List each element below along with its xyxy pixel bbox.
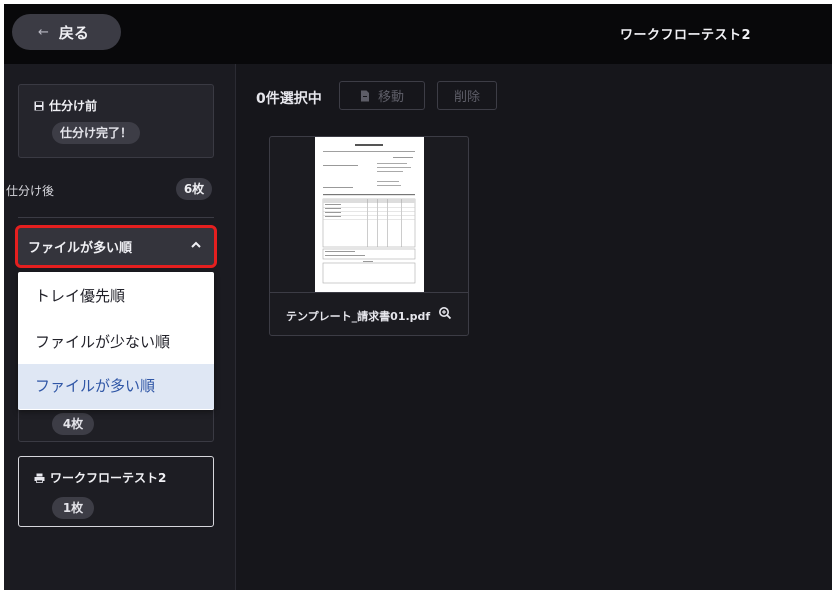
app-window: ← 戻る ワークフローテスト2 仕分け前 仕分け完了！ 仕分け後 6枚 ファイル… <box>4 4 832 590</box>
delete-button-label: 削除 <box>453 90 480 105</box>
delete-button[interactable]: 削除 <box>437 81 497 110</box>
selection-count: 0件選択中 <box>256 91 322 107</box>
sort-order-value: ファイルが多い順 <box>28 241 133 256</box>
workflow-group-card[interactable]: ワークフローテスト2 1枚 <box>18 456 214 527</box>
workflow-group-title: ワークフローテスト2 <box>34 469 166 486</box>
chevron-up-icon <box>191 241 201 248</box>
file-name: テンプレート_請求書01.pdf <box>286 310 431 323</box>
header-bar: ← 戻る ワークフローテスト2 <box>4 4 832 64</box>
save-icon <box>34 101 44 110</box>
after-sort-count-badge: 6枚 <box>176 178 212 200</box>
workflow-group-count-badge: 1枚 <box>52 497 94 519</box>
move-button[interactable]: 移動 <box>339 81 425 110</box>
move-button-label: 移動 <box>377 90 404 105</box>
document-thumbnail <box>315 137 424 292</box>
sort-order-menu: トレイ優先順 ファイルが少ない順 ファイルが多い順 <box>18 272 214 410</box>
after-sort-label: 仕分け後 <box>6 184 55 198</box>
workflow-group-label: ワークフローテスト2 <box>50 471 167 485</box>
sort-group-count-badge: 4枚 <box>52 413 94 435</box>
back-arrow-icon: ← <box>38 24 49 40</box>
file-card-divider <box>270 292 468 293</box>
sort-option-fewest-files[interactable]: ファイルが少ない順 <box>18 320 214 365</box>
pre-sort-group[interactable]: 仕分け前 仕分け完了！ <box>18 84 214 158</box>
invoice-preview-image <box>315 137 424 292</box>
pre-sort-title: 仕分け前 <box>34 97 97 114</box>
main-content: 0件選択中 移動 削除 テンプレート_請求書01.pdf <box>236 64 832 590</box>
page-title: ワークフローテスト2 <box>620 28 752 43</box>
file-card[interactable]: テンプレート_請求書01.pdf <box>269 136 469 336</box>
printer-icon <box>34 473 45 483</box>
back-button-label: 戻る <box>58 23 89 42</box>
document-icon <box>360 90 369 101</box>
sort-option-tray-priority[interactable]: トレイ優先順 <box>18 274 214 319</box>
sort-option-most-files[interactable]: ファイルが多い順 <box>18 364 214 409</box>
pre-sort-title-label: 仕分け前 <box>49 99 98 113</box>
back-button[interactable]: ← 戻る <box>12 14 121 50</box>
divider <box>18 217 214 218</box>
zoom-icon[interactable] <box>438 306 452 320</box>
sort-complete-badge: 仕分け完了！ <box>52 122 140 144</box>
sort-order-select[interactable]: ファイルが多い順 <box>15 225 217 268</box>
sidebar: 仕分け前 仕分け完了！ 仕分け後 6枚 ファイルが多い順 4枚 ワークフローテス… <box>4 64 236 590</box>
